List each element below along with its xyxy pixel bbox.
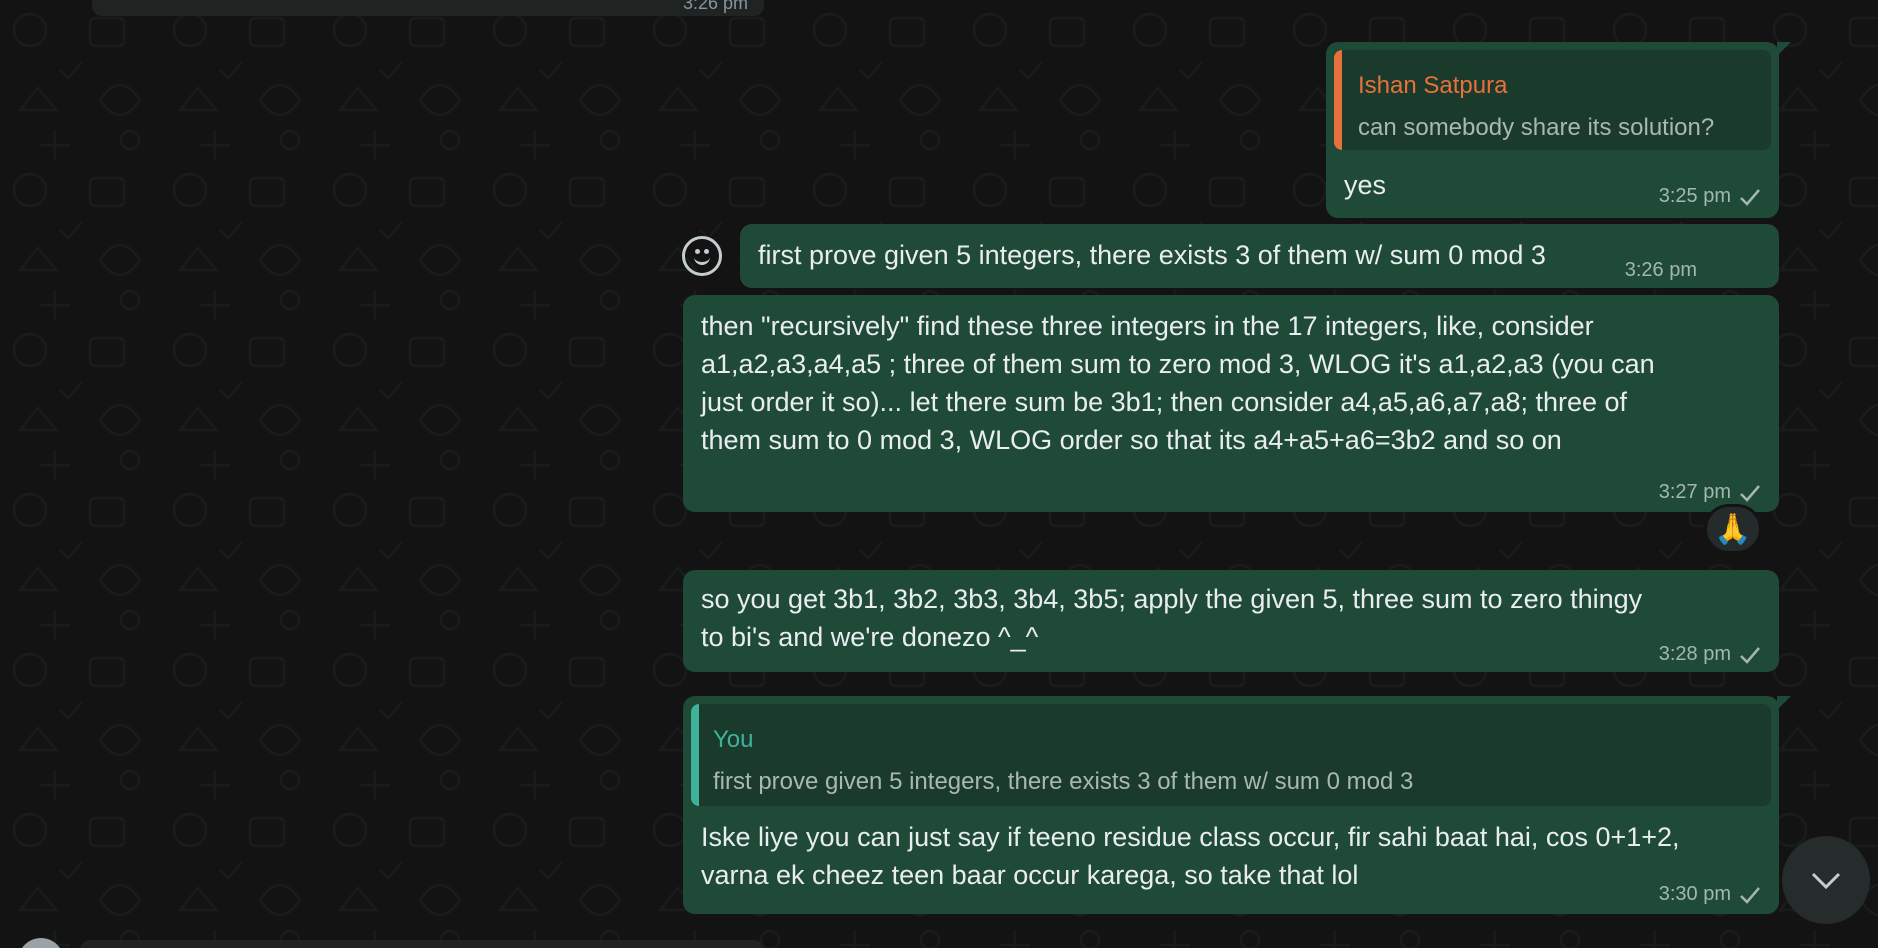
quoted-reply[interactable]: You first prove given 5 integers, there … xyxy=(691,704,1771,806)
single-check-icon xyxy=(1740,188,1760,206)
message-meta: 3:26 pm xyxy=(1625,259,1697,282)
message-text: first prove given 5 integers, there exis… xyxy=(758,240,1546,270)
message-text: so you get 3b1, 3b2, 3b3, 3b4, 3b5; appl… xyxy=(701,584,1643,652)
message-time: 3:26 pm xyxy=(682,0,748,13)
quoted-reply[interactable]: Ishan Satpura can somebody share its sol… xyxy=(1334,50,1771,150)
message-meta: 3:28 pm xyxy=(1659,643,1761,666)
quote-author: Ishan Satpura xyxy=(1358,72,1508,99)
message-time: 3:27 pm xyxy=(1658,481,1731,503)
single-check-icon xyxy=(1740,886,1760,904)
message-meta: 3:27 pm xyxy=(1659,481,1761,504)
message-time: 3:28 pm xyxy=(1658,643,1731,665)
next-message-bubble[interactable] xyxy=(80,940,764,948)
message-text: Iske liye you can just say if teeno resi… xyxy=(701,822,1680,890)
single-check-icon xyxy=(1740,484,1760,502)
message-time: 3:26 pm xyxy=(1624,259,1697,281)
message-time: 3:25 pm xyxy=(1658,185,1731,207)
message-bubble-outgoing[interactable]: Ishan Satpura can somebody share its sol… xyxy=(1326,42,1791,218)
message-text: yes xyxy=(1344,170,1387,200)
quote-accent-bar xyxy=(1334,50,1342,150)
chat-panel[interactable]: 3:26 pm Ishan Satpura can somebody share… xyxy=(0,0,1878,948)
scroll-to-bottom-icon xyxy=(1811,872,1841,890)
message-bubble-outgoing[interactable]: You first prove given 5 integers, there … xyxy=(683,696,1791,914)
message-time: 3:30 pm xyxy=(1658,883,1731,905)
message-text: then "recursively" find these three inte… xyxy=(701,311,1655,455)
message-meta: 3:25 pm xyxy=(1659,185,1761,208)
scroll-to-bottom-button[interactable] xyxy=(1782,836,1870,924)
message-meta: 3:30 pm xyxy=(1659,883,1761,906)
message-bubble-outgoing[interactable]: then "recursively" find these three inte… xyxy=(683,295,1779,512)
quote-text: can somebody share its solution? xyxy=(1358,114,1715,141)
message-bubble-outgoing[interactable]: first prove given 5 integers, there exis… xyxy=(740,224,1779,491)
quote-author: You xyxy=(713,726,754,753)
message-bubble-outgoing[interactable]: so you get 3b1, 3b2, 3b3, 3b4, 3b5; appl… xyxy=(683,570,1779,672)
quote-text: first prove given 5 integers, there exis… xyxy=(713,768,1414,795)
previous-message-bubble[interactable]: 3:26 pm xyxy=(92,0,764,16)
message-reaction[interactable]: 🙏 xyxy=(1704,504,1762,554)
quote-accent-bar xyxy=(691,704,699,806)
single-check-icon xyxy=(1740,646,1760,664)
smiley-reaction-icon[interactable] xyxy=(682,236,722,276)
